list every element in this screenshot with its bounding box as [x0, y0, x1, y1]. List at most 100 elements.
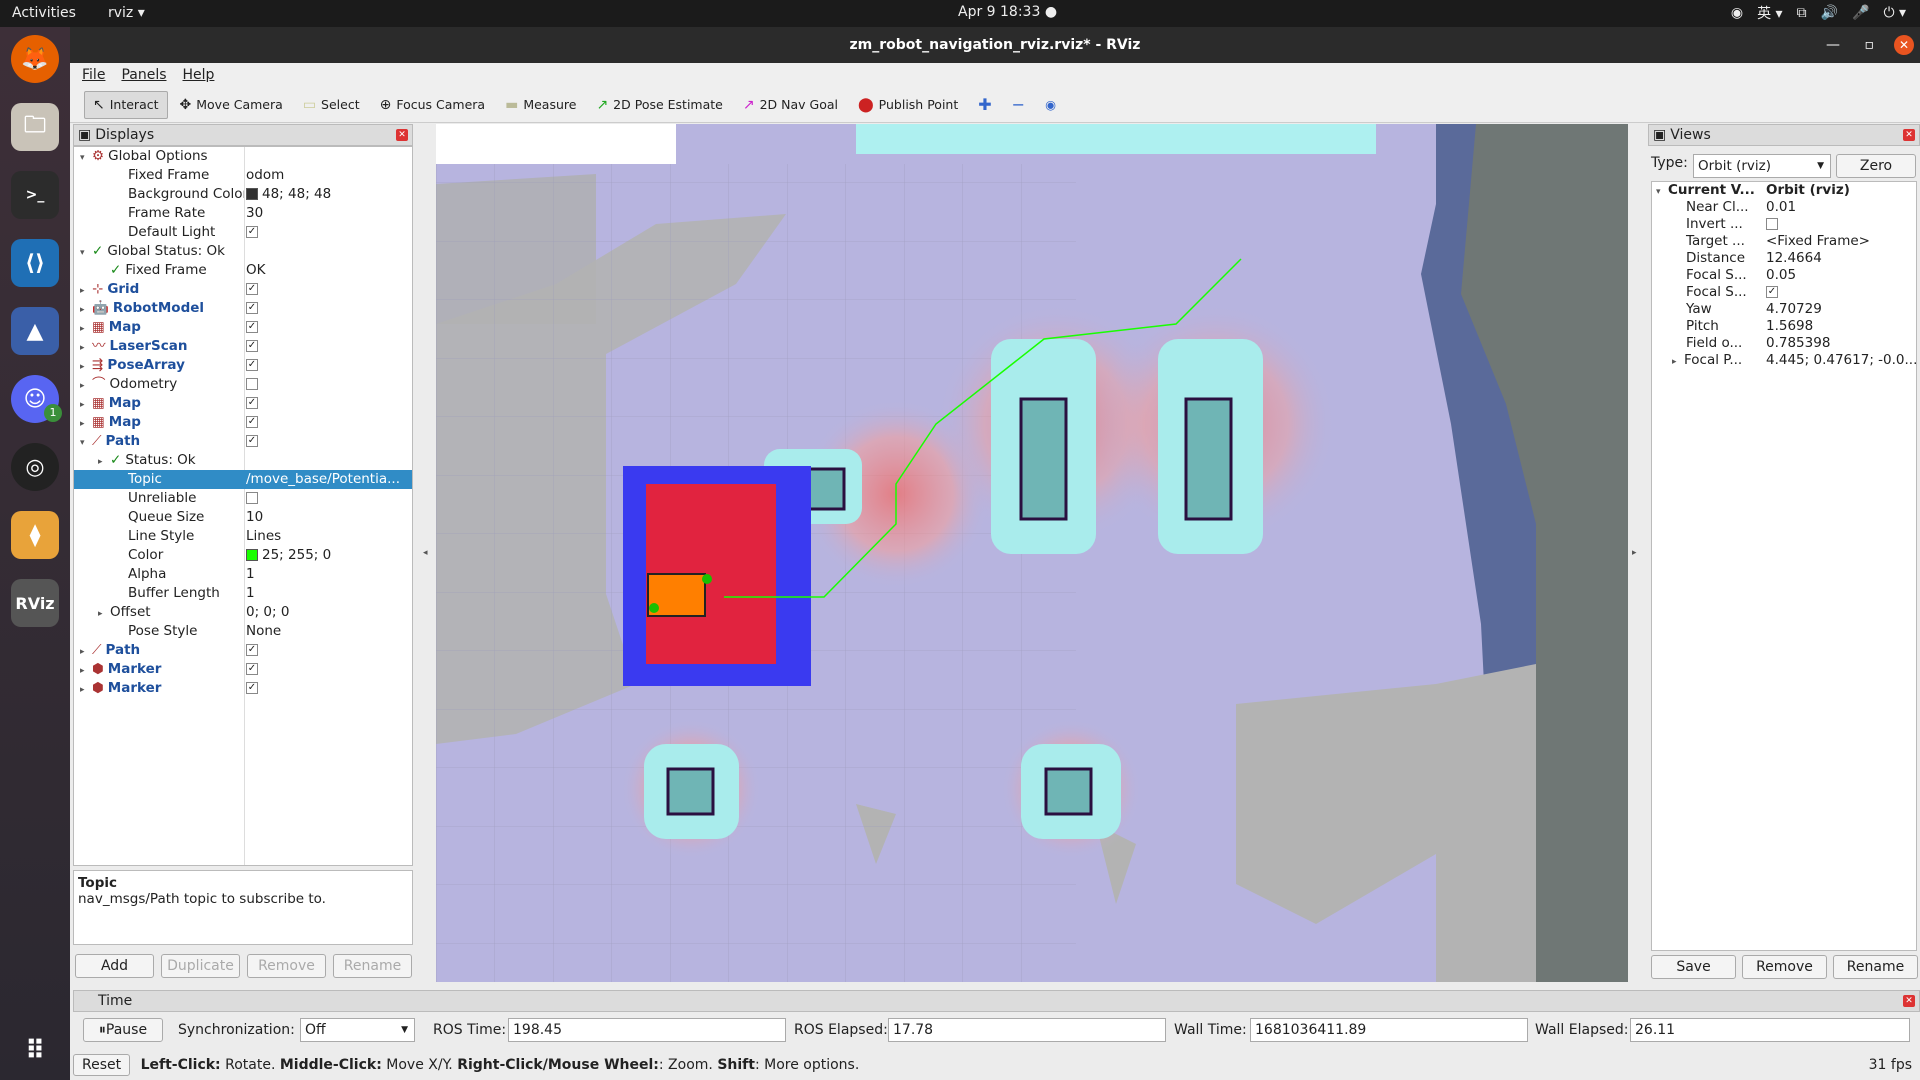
display-row[interactable]: ▸ 🤖 RobotModel ✓ — [74, 299, 412, 318]
close-icon[interactable]: ✕ — [1903, 995, 1915, 1007]
display-row[interactable]: ▾ ⚙ Global Options — [74, 147, 412, 166]
property-value[interactable]: ✓ — [246, 280, 412, 299]
view-property-row[interactable]: ▾ Current V... Orbit (rviz) — [1652, 182, 1916, 199]
view-property-row[interactable]: Focal S... 0.05 — [1652, 267, 1916, 284]
display-row[interactable]: Queue Size 10 — [74, 508, 412, 527]
pause-button[interactable]: ⏸Pause — [83, 1018, 163, 1042]
display-row[interactable]: Topic/move_base/Potentia... — [74, 470, 412, 489]
enable-checkbox[interactable]: ✓ — [246, 340, 258, 352]
property-value[interactable]: 25; 255; 0 — [246, 546, 412, 565]
wall-elapsed-field[interactable]: 26.11 — [1630, 1018, 1910, 1042]
view-property-value[interactable]: 0.05 — [1766, 267, 1916, 284]
view-property-row[interactable]: Invert ... — [1652, 216, 1916, 233]
view-property-row[interactable]: Near Cl... 0.01 — [1652, 199, 1916, 216]
wall-time-field[interactable]: 1681036411.89 — [1250, 1018, 1528, 1042]
property-value[interactable]: ✓ — [246, 641, 412, 660]
view-property-value[interactable]: 0.01 — [1766, 199, 1916, 216]
display-row[interactable]: Alpha 1 — [74, 565, 412, 584]
display-row[interactable]: Color 25; 255; 0 — [74, 546, 412, 565]
display-row[interactable]: ▸ ⇶ PoseArray ✓ — [74, 356, 412, 375]
ros-time-field[interactable]: 198.45 — [508, 1018, 786, 1042]
view-property-value[interactable]: 4.70729 — [1766, 301, 1916, 318]
input-method[interactable]: 英 ▾ — [1757, 3, 1782, 23]
property-value[interactable]: 1 — [246, 565, 412, 584]
duplicate-display-button[interactable]: Duplicate — [161, 954, 240, 978]
display-row[interactable]: ▸ 〰 LaserScan ✓ — [74, 337, 412, 356]
view-property-row[interactable]: Distance 12.4664 — [1652, 250, 1916, 267]
expand-arrow-icon[interactable]: ▸ — [1672, 354, 1684, 371]
remove-view-button[interactable]: Remove — [1742, 955, 1827, 979]
display-row[interactable]: ▾ ⟋ Path ✓ — [74, 432, 412, 451]
property-value[interactable]: 48; 48; 48 — [246, 185, 412, 204]
view-property-row[interactable]: Field o... 0.785398 — [1652, 335, 1916, 352]
save-view-button[interactable]: Save — [1651, 955, 1736, 979]
3d-viewport[interactable] — [436, 124, 1628, 982]
property-value[interactable]: ✓ — [246, 223, 412, 242]
view-property-value[interactable]: 4.445; 0.47617; -0.0... — [1766, 352, 1916, 369]
displays-tree[interactable]: ▾ ⚙ Global Options Fixed Frame odom Backgroun… — [73, 146, 413, 866]
enable-checkbox[interactable]: ✓ — [246, 283, 258, 295]
remove-tool-button[interactable]: − — [1004, 91, 1033, 119]
display-row[interactable]: Unreliable — [74, 489, 412, 508]
property-value[interactable]: ✓ — [246, 432, 412, 451]
enable-checkbox[interactable]: ✓ — [246, 682, 258, 694]
tool-interact[interactable]: ↖ Interact — [84, 90, 168, 119]
enable-checkbox[interactable] — [246, 492, 258, 504]
display-row[interactable]: ▾ ✓ Global Status: Ok — [74, 242, 412, 261]
property-value[interactable]: None — [246, 622, 412, 641]
reset-button[interactable]: Reset — [73, 1054, 131, 1076]
display-row[interactable]: ▸ ▦ Map ✓ — [74, 394, 412, 413]
property-value[interactable] — [246, 489, 412, 508]
add-tool-button[interactable]: ✚ — [970, 91, 999, 119]
enable-checkbox[interactable]: ✓ — [246, 435, 258, 447]
property-value[interactable]: ✓ — [246, 679, 412, 698]
obs-icon[interactable]: ◎ — [11, 443, 59, 491]
property-value[interactable]: 10 — [246, 508, 412, 527]
display-row[interactable]: ▸ ⬢ Marker ✓ — [74, 660, 412, 679]
property-value[interactable]: OK — [246, 261, 412, 280]
vscode-icon[interactable]: ⟨⟩ — [11, 239, 59, 287]
enable-checkbox[interactable]: ✓ — [246, 302, 258, 314]
minimize-button[interactable]: — — [1826, 27, 1840, 63]
tool-measure[interactable]: ▬ Measure — [497, 91, 584, 119]
display-row[interactable]: Default Light ✓ — [74, 223, 412, 242]
display-row[interactable]: ▸ Offset 0; 0; 0 — [74, 603, 412, 622]
menu-panels[interactable]: Panels — [121, 67, 166, 83]
display-row[interactable]: ▸ ▦ Map ✓ — [74, 318, 412, 337]
enable-checkbox[interactable]: ✓ — [246, 359, 258, 371]
terminal-icon[interactable]: >_ — [11, 171, 59, 219]
rviz-icon[interactable]: RViz — [11, 579, 59, 627]
right-splitter-handle[interactable]: ▸ — [1632, 548, 1642, 558]
property-value[interactable]: odom — [246, 166, 412, 185]
rename-view-button[interactable]: Rename — [1833, 955, 1918, 979]
view-checkbox[interactable]: ✓ — [1766, 286, 1778, 298]
tool-2d-pose-estimate[interactable]: ↗ 2D Pose Estimate — [588, 91, 730, 119]
maximize-button[interactable]: ▫ — [1865, 27, 1875, 63]
view-property-row[interactable]: Pitch 1.5698 — [1652, 318, 1916, 335]
property-value[interactable]: ✓ — [246, 356, 412, 375]
app-triangle-icon[interactable]: ▲ — [11, 307, 59, 355]
display-row[interactable]: Buffer Length 1 — [74, 584, 412, 603]
display-row[interactable]: Fixed Frame odom — [74, 166, 412, 185]
display-row[interactable]: ▸ ⊹ Grid ✓ — [74, 280, 412, 299]
color-swatch[interactable] — [246, 188, 258, 200]
view-property-value[interactable]: 0.785398 — [1766, 335, 1916, 352]
zero-button[interactable]: Zero — [1836, 154, 1916, 178]
display-row[interactable]: ▸ ⬢ Marker ✓ — [74, 679, 412, 698]
property-value[interactable]: Lines — [246, 527, 412, 546]
app-menu[interactable]: rviz ▾ — [108, 5, 145, 21]
property-value[interactable]: ✓ — [246, 299, 412, 318]
enable-checkbox[interactable]: ✓ — [246, 321, 258, 333]
enable-checkbox[interactable]: ✓ — [246, 397, 258, 409]
network-icon[interactable]: ⧉ — [1797, 5, 1807, 21]
power-icon[interactable]: ⏻ ▾ — [1883, 5, 1906, 21]
expand-arrow-icon[interactable]: ▸ — [80, 681, 92, 700]
view-property-row[interactable]: Focal S... ✓ — [1652, 284, 1916, 301]
property-value[interactable]: ✓ — [246, 660, 412, 679]
tool-publish-point[interactable]: ⬤ Publish Point — [850, 91, 966, 119]
property-value[interactable] — [246, 375, 412, 394]
microphone-icon[interactable]: 🎤 — [1852, 5, 1869, 21]
menu-help[interactable]: Help — [183, 67, 215, 83]
property-value[interactable]: ✓ — [246, 394, 412, 413]
property-value[interactable]: 0; 0; 0 — [246, 603, 412, 622]
